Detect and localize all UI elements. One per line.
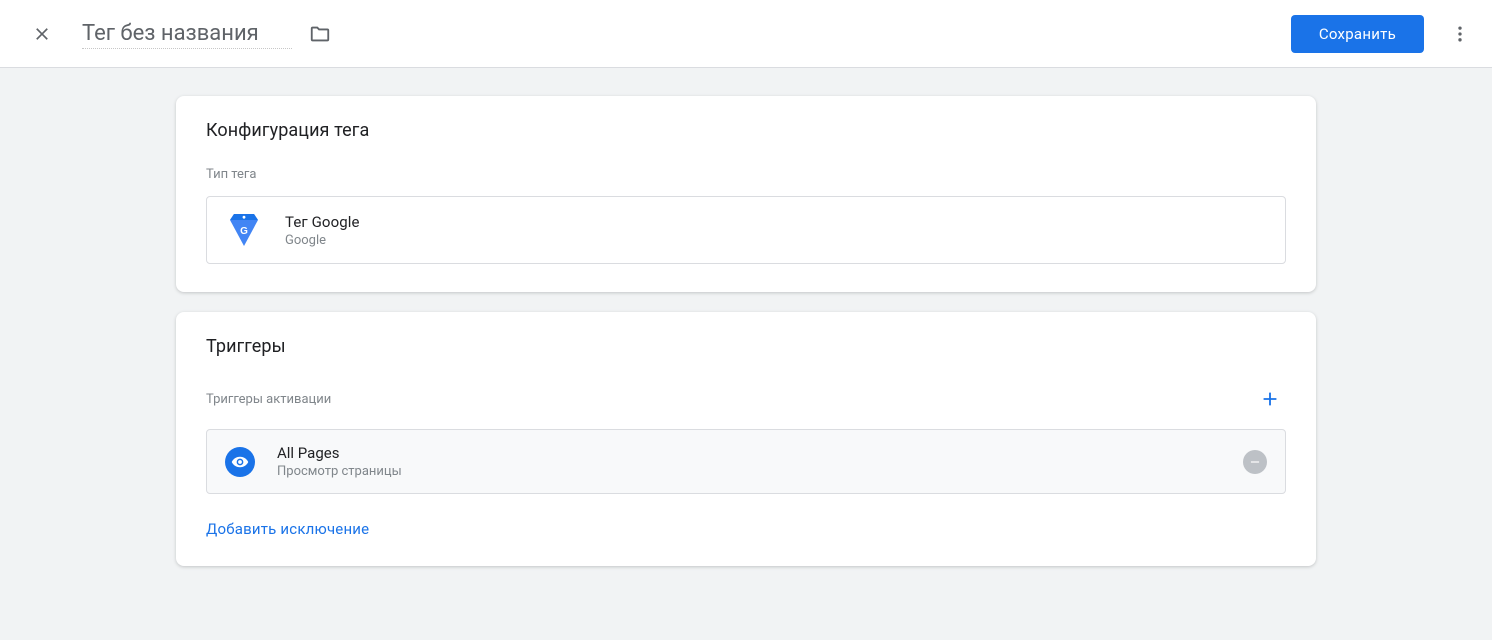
minus-icon [1248, 455, 1262, 469]
activation-triggers-header: Триггеры активации [206, 383, 1286, 415]
add-trigger-button[interactable] [1254, 383, 1286, 415]
tag-type-selector[interactable]: G Тег Google Google [206, 196, 1286, 264]
tag-type-name: Тег Google [285, 213, 360, 231]
close-button[interactable] [24, 16, 60, 52]
triggers-card: Триггеры Триггеры активации All Pages Пр… [176, 312, 1316, 566]
trigger-row[interactable]: All Pages Просмотр страницы [206, 429, 1286, 494]
more-vert-icon [1450, 24, 1470, 44]
tag-type-label: Тип тега [206, 167, 1286, 182]
editor-canvas: Конфигурация тега Тип тега G Тег Google … [0, 68, 1492, 640]
folder-button[interactable] [306, 20, 334, 48]
trigger-text: All Pages Просмотр страницы [277, 444, 1243, 479]
plus-icon [1259, 388, 1281, 410]
overflow-menu-button[interactable] [1446, 20, 1474, 48]
tag-name-input[interactable] [82, 19, 292, 49]
close-icon [32, 24, 52, 44]
svg-text:G: G [240, 226, 248, 237]
trigger-type: Просмотр страницы [277, 464, 1243, 479]
trigger-name: All Pages [277, 444, 1243, 462]
tag-type-vendor: Google [285, 233, 360, 248]
tag-configuration-card: Конфигурация тега Тип тега G Тег Google … [176, 96, 1316, 292]
eye-icon [231, 453, 249, 471]
pageview-trigger-icon [225, 447, 255, 477]
triggers-heading: Триггеры [206, 336, 1286, 357]
folder-icon [309, 23, 331, 45]
save-button[interactable]: Сохранить [1291, 15, 1424, 53]
tag-type-text: Тег Google Google [285, 213, 360, 248]
remove-trigger-button[interactable] [1243, 450, 1267, 474]
google-tag-icon: G [225, 211, 263, 249]
activation-triggers-label: Триггеры активации [206, 392, 331, 407]
add-exception-link[interactable]: Добавить исключение [206, 520, 369, 538]
editor-header: Сохранить [0, 0, 1492, 68]
tag-configuration-heading: Конфигурация тега [206, 120, 1286, 141]
